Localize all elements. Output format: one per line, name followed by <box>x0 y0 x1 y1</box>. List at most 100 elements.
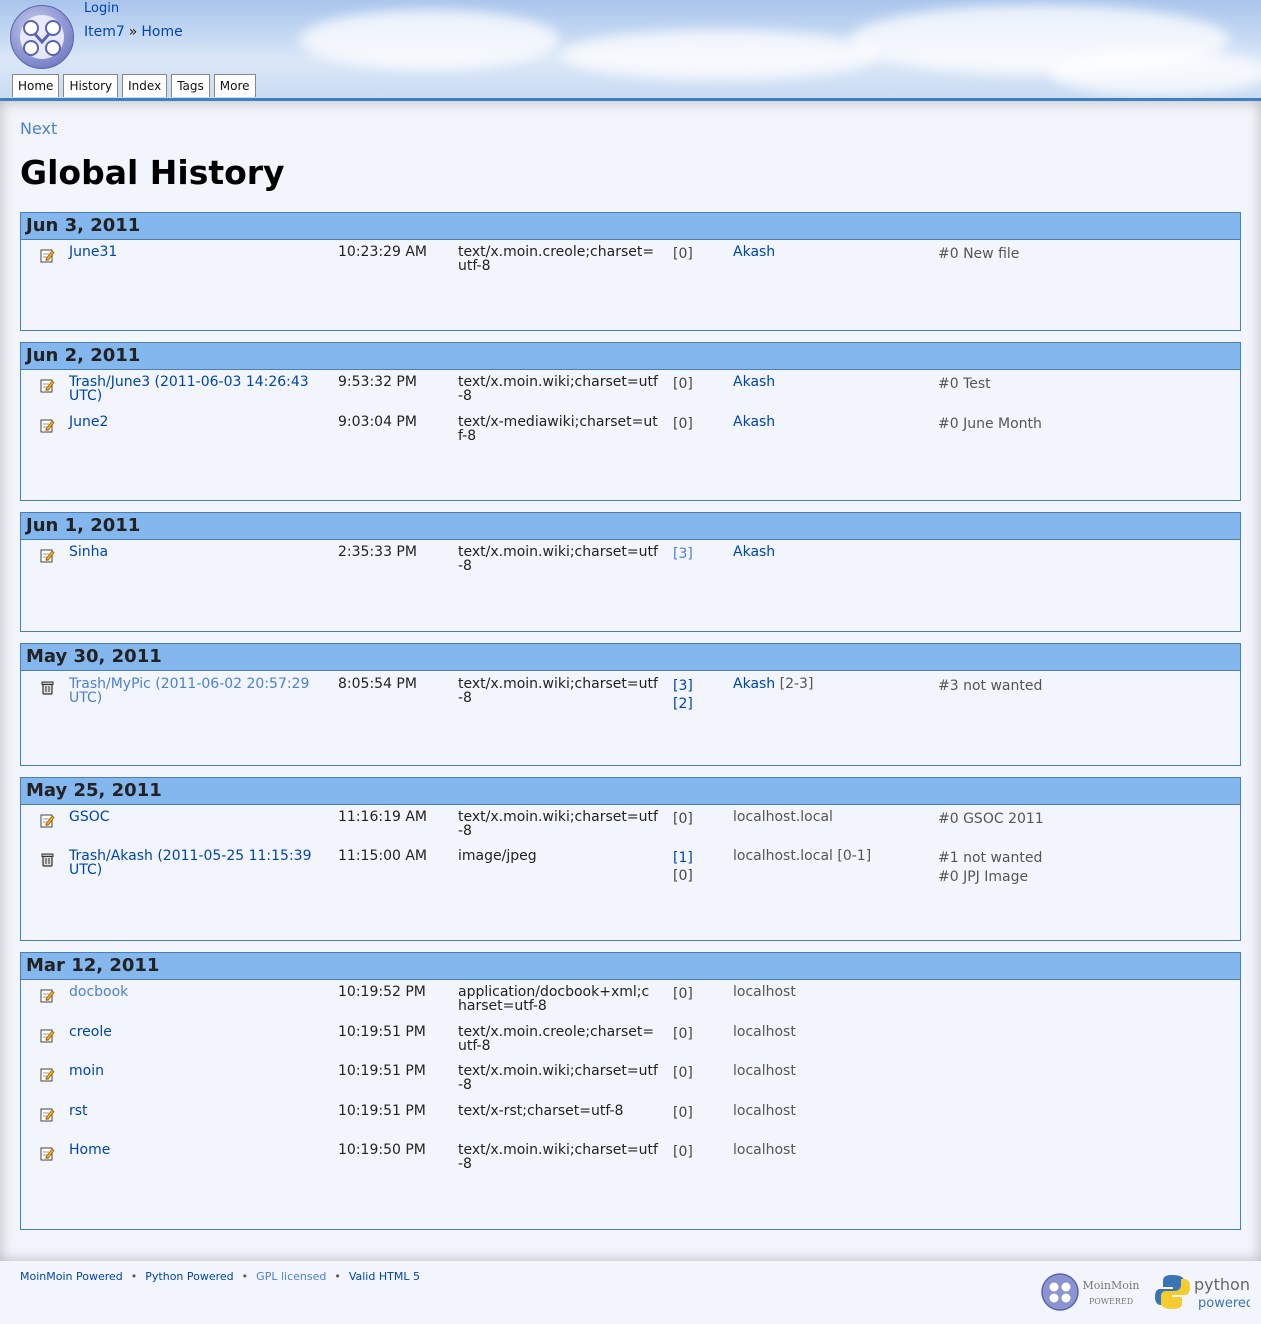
edit-icon[interactable] <box>40 418 55 433</box>
edit-icon[interactable] <box>40 1107 55 1122</box>
footer-link-moinmoin[interactable]: MoinMoin Powered <box>20 1270 123 1283</box>
edit-icon[interactable] <box>40 813 55 828</box>
moinmoin-logo[interactable] <box>10 5 74 69</box>
item-name-link[interactable]: Trash/June3 (2011-06-03 14:26:43 UTC) <box>69 375 329 403</box>
edit-icon[interactable] <box>40 548 55 563</box>
footer-separator: • <box>334 1270 341 1283</box>
revision-comment: #0 GSOC 2011 <box>938 810 1044 829</box>
revision-link: [0] <box>673 416 693 432</box>
editor: localhost.local <box>733 810 833 824</box>
revision-links: [0] <box>673 1104 693 1122</box>
editor-name: localhost <box>733 1063 796 1079</box>
breadcrumb-separator: » <box>128 24 138 40</box>
revision-links: [0] <box>673 985 693 1003</box>
header-cloud <box>1050 50 1261 95</box>
revision-link[interactable]: [3] <box>673 545 693 563</box>
day-header: May 25, 2011 <box>21 778 1240 805</box>
item-name-link[interactable]: Home <box>69 1143 329 1157</box>
item-name-link[interactable]: creole <box>69 1025 329 1039</box>
editor: Akash <box>733 415 775 429</box>
item-name-link[interactable]: rst <box>69 1104 329 1118</box>
revision-time: 9:53:32 PM <box>338 374 417 390</box>
footer-link-html5[interactable]: Valid HTML 5 <box>349 1270 420 1283</box>
breadcrumb-home[interactable]: Home <box>141 24 182 40</box>
editor-name[interactable]: Akash <box>733 374 775 390</box>
revision-link[interactable]: [2] <box>673 695 693 713</box>
login-link[interactable]: Login <box>84 1 119 16</box>
revision-link[interactable]: [1] <box>673 849 693 867</box>
tab-tags[interactable]: Tags <box>171 74 210 97</box>
tab-history[interactable]: History <box>63 74 119 97</box>
item-name-link[interactable]: June31 <box>69 245 329 259</box>
revision-links: [0] <box>673 375 693 393</box>
tab-home[interactable]: Home <box>12 74 60 97</box>
item-name-link[interactable]: Trash/MyPic (2011-06-02 20:57:29 UTC) <box>69 677 329 705</box>
footer-link-gpl[interactable]: GPL licensed <box>256 1270 326 1283</box>
edit-icon[interactable] <box>40 1067 55 1082</box>
footer-link-python[interactable]: Python Powered <box>145 1270 233 1283</box>
history-day: Jun 1, 2011 Sinha 2:35:33 PM text/x.moin.wi… <box>20 512 1241 632</box>
revision-links: [1] [0] <box>673 849 693 885</box>
item-name-link[interactable]: docbook <box>69 985 329 999</box>
footer-separator: • <box>241 1270 249 1283</box>
header-cloud <box>300 10 560 70</box>
moin-badge-line2: POWERED <box>1089 1297 1133 1306</box>
editor: localhost <box>733 1104 796 1118</box>
editor-name[interactable]: Akash <box>733 544 775 560</box>
footer-links: MoinMoin Powered • Python Powered • GPL lice… <box>20 1270 420 1283</box>
editor: localhost <box>733 1064 796 1078</box>
content-type: text/x-mediawiki;charset=utf-8 <box>458 414 658 444</box>
revision-link: [0] <box>673 1105 693 1121</box>
revision-time: 9:03:04 PM <box>338 414 417 430</box>
revision-time: 10:19:51 PM <box>338 1063 426 1079</box>
edit-icon[interactable] <box>40 248 55 263</box>
moinmoin-powered-badge[interactable]: MoinMoin POWERED <box>1041 1272 1141 1312</box>
edit-icon[interactable] <box>40 1146 55 1161</box>
item-name-link[interactable]: June2 <box>69 415 329 429</box>
revision-comment: #0 New file <box>938 245 1019 264</box>
editor-name: localhost <box>733 1142 796 1158</box>
revision-link: [0] <box>673 246 693 262</box>
editor-name[interactable]: Akash <box>733 244 775 260</box>
revision-link[interactable]: [3] <box>673 677 693 695</box>
edit-icon[interactable] <box>40 378 55 393</box>
content-type: text/x.moin.wiki;charset=utf-8 <box>458 676 658 706</box>
python-powered-badge[interactable]: python powered <box>1155 1272 1250 1312</box>
trash-icon[interactable] <box>40 852 55 867</box>
content-type: text/x.moin.creole;charset=utf-8 <box>458 244 655 274</box>
breadcrumb: Item7» Home <box>84 24 183 40</box>
revision-links: [0] <box>673 1143 693 1161</box>
revision-link: [0] <box>673 1065 693 1081</box>
revision-links: [0] <box>673 245 693 263</box>
revision-time: 11:15:00 AM <box>338 848 427 864</box>
comment-line: #0 GSOC 2011 <box>938 811 1044 827</box>
editor: Akash <box>733 375 775 389</box>
editor-name[interactable]: Akash <box>733 676 775 692</box>
content-type: text/x.moin.wiki;charset=utf-8 <box>458 809 658 839</box>
revision-time: 10:23:29 AM <box>338 244 427 260</box>
item-name-link[interactable]: GSOC <box>69 810 329 824</box>
editor-name: localhost.local <box>733 848 833 864</box>
revision-link: [0] <box>673 986 693 1002</box>
header-cloud <box>560 30 880 80</box>
revision-time: 10:19:50 PM <box>338 1142 426 1158</box>
trash-icon[interactable] <box>40 680 55 695</box>
history-day: Mar 12, 2011 docbook 10:19:52 PM applicatio… <box>20 952 1241 1230</box>
item-name-link[interactable]: Sinha <box>69 545 329 559</box>
comment-line: #0 JPJ Image <box>938 869 1029 885</box>
tab-more[interactable]: More <box>213 74 256 97</box>
item-name-link[interactable]: Trash/Akash (2011-05-25 11:15:39 UTC) <box>69 849 329 877</box>
revision-links: [0] <box>673 1025 693 1043</box>
moin-badge-line1: MoinMoin <box>1083 1279 1140 1292</box>
breadcrumb-item7[interactable]: Item7 <box>84 24 125 40</box>
edit-icon[interactable] <box>40 988 55 1003</box>
editor-name[interactable]: Akash <box>733 414 775 430</box>
day-header: Jun 3, 2011 <box>21 213 1240 240</box>
edit-icon[interactable] <box>40 1028 55 1043</box>
item-name-link[interactable]: moin <box>69 1064 329 1078</box>
header: Login Item7» Home Home History Index Tags… <box>0 0 1261 101</box>
editor: Akash <box>733 545 775 559</box>
moinmoin-logo-icon <box>20 15 64 59</box>
next-link[interactable]: Next <box>20 119 57 138</box>
tab-index[interactable]: Index <box>122 74 168 97</box>
